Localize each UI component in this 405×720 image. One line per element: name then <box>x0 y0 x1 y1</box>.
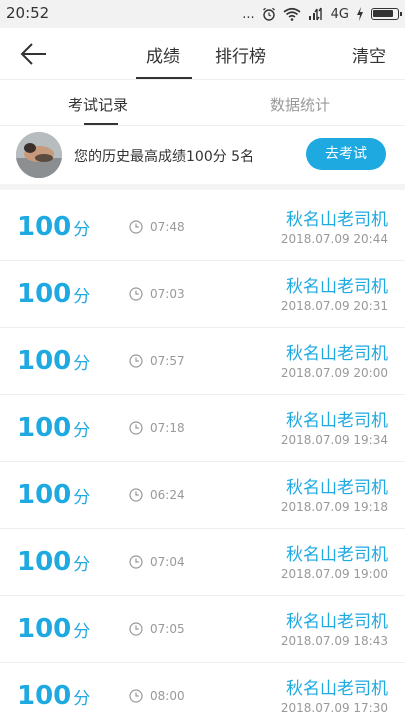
record-score-unit: 分 <box>73 421 91 441</box>
record-date: 2018.07.09 19:00 <box>280 567 388 581</box>
record-score-value: 100 <box>17 346 72 376</box>
record-name: 秋名山老司机 <box>286 411 388 431</box>
record-score-unit: 分 <box>73 689 91 709</box>
record-duration: 07:03 <box>150 287 185 301</box>
record-name: 秋名山老司机 <box>286 210 388 230</box>
record-duration: 07:05 <box>150 622 185 636</box>
network-type: 4G <box>330 6 349 22</box>
record-date: 2018.07.09 20:44 <box>280 232 388 246</box>
clock-icon <box>129 220 143 234</box>
record-date: 2018.07.09 17:30 <box>280 701 388 715</box>
record-score-value: 100 <box>17 279 72 309</box>
tab-statistics[interactable]: 数据统计 <box>270 94 330 115</box>
status-time: 20:52 <box>6 4 50 22</box>
record-date: 2018.07.09 19:18 <box>280 500 388 514</box>
tab-scores[interactable]: 成绩 <box>146 42 180 67</box>
record-score-value: 100 <box>17 212 72 242</box>
record-date: 2018.07.09 19:34 <box>280 433 388 447</box>
record-score-unit: 分 <box>73 287 91 307</box>
clock-icon <box>129 622 143 636</box>
clock-icon <box>129 354 143 368</box>
record-name: 秋名山老司机 <box>286 478 388 498</box>
record-score: 100 分 <box>17 279 90 309</box>
record-score-unit: 分 <box>73 622 91 642</box>
record-name: 秋名山老司机 <box>286 612 388 632</box>
subtab-indicator <box>84 123 118 125</box>
record-row[interactable]: 100 分 06:24 秋名山老司机 2018.07.09 19:18 <box>0 462 405 529</box>
record-score-value: 100 <box>17 480 72 510</box>
record-row[interactable]: 100 分 07:05 秋名山老司机 2018.07.09 18:43 <box>0 596 405 663</box>
record-row[interactable]: 100 分 08:00 秋名山老司机 2018.07.09 17:30 <box>0 663 405 720</box>
clock-icon <box>129 287 143 301</box>
record-date: 2018.07.09 20:31 <box>280 299 388 313</box>
record-list: 100 分 07:48 秋名山老司机 2018.07.09 20:44 100 分 07:03… <box>0 194 405 720</box>
record-score-value: 100 <box>17 413 72 443</box>
record-date: 2018.07.09 20:00 <box>280 366 388 380</box>
battery-level <box>373 10 393 17</box>
record-score: 100 分 <box>17 413 90 443</box>
record-row[interactable]: 100 分 07:04 秋名山老司机 2018.07.09 19:00 <box>0 529 405 596</box>
tab-indicator <box>136 77 192 79</box>
record-row[interactable]: 100 分 07:18 秋名山老司机 2018.07.09 19:34 <box>0 395 405 462</box>
avatar[interactable] <box>16 132 62 178</box>
clock-icon <box>129 488 143 502</box>
header: 成绩 排行榜 清空 <box>0 28 405 80</box>
record-score-unit: 分 <box>73 488 91 508</box>
record-score: 100 分 <box>17 614 90 644</box>
record-score-unit: 分 <box>73 220 91 240</box>
status-bar: 20:52 ... 4G <box>0 0 405 28</box>
record-duration: 08:00 <box>150 689 185 703</box>
tab-leaderboard[interactable]: 排行榜 <box>215 42 266 67</box>
record-score-value: 100 <box>17 614 72 644</box>
signal-icon <box>308 7 322 21</box>
record-duration: 07:04 <box>150 555 185 569</box>
record-row[interactable]: 100 分 07:48 秋名山老司机 2018.07.09 20:44 <box>0 194 405 261</box>
record-score: 100 分 <box>17 681 90 711</box>
record-score-unit: 分 <box>73 555 91 575</box>
record-name: 秋名山老司机 <box>286 545 388 565</box>
subtabs: 考试记录 数据统计 <box>0 81 405 126</box>
charging-bolt-icon <box>357 7 363 21</box>
clock-icon <box>129 421 143 435</box>
record-duration: 07:57 <box>150 354 185 368</box>
wifi-icon <box>283 7 301 21</box>
go-exam-button[interactable]: 去考试 <box>306 138 386 170</box>
record-score: 100 分 <box>17 346 90 376</box>
tab-exam-records[interactable]: 考试记录 <box>68 94 128 115</box>
notification-dots: ... <box>242 6 255 22</box>
best-score-text: 您的历史最高成绩100分 5名 <box>74 149 255 165</box>
status-icons: ... 4G <box>242 4 402 24</box>
alarm-icon <box>262 7 275 21</box>
record-name: 秋名山老司机 <box>286 679 388 699</box>
record-name: 秋名山老司机 <box>286 344 388 364</box>
battery-icon <box>371 8 402 20</box>
clear-button[interactable]: 清空 <box>352 42 386 67</box>
record-row[interactable]: 100 分 07:03 秋名山老司机 2018.07.09 20:31 <box>0 261 405 328</box>
record-duration: 07:18 <box>150 421 185 435</box>
record-score-value: 100 <box>17 547 72 577</box>
clock-icon <box>129 555 143 569</box>
avatar-image <box>16 132 62 178</box>
clock-icon <box>129 689 143 703</box>
record-row[interactable]: 100 分 07:57 秋名山老司机 2018.07.09 20:00 <box>0 328 405 395</box>
record-score-value: 100 <box>17 681 72 711</box>
record-duration: 06:24 <box>150 488 185 502</box>
record-name: 秋名山老司机 <box>286 277 388 297</box>
record-score-unit: 分 <box>73 354 91 374</box>
arrow-left-icon[interactable] <box>18 40 50 68</box>
best-score-banner: 您的历史最高成绩100分 5名 去考试 <box>0 126 405 190</box>
record-score: 100 分 <box>17 480 90 510</box>
record-duration: 07:48 <box>150 220 185 234</box>
record-score: 100 分 <box>17 212 90 242</box>
record-date: 2018.07.09 18:43 <box>280 634 388 648</box>
record-score: 100 分 <box>17 547 90 577</box>
